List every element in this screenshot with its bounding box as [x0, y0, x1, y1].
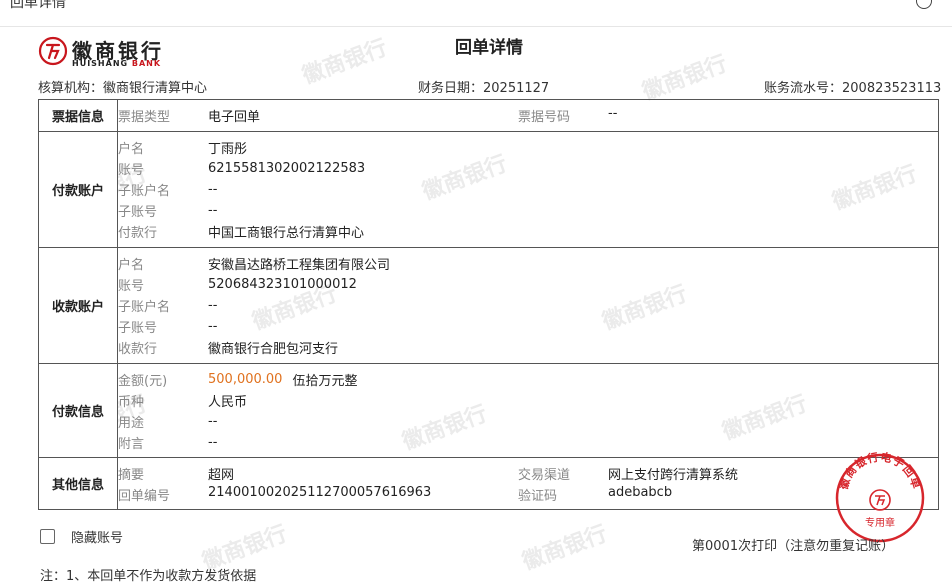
list-item: 账号 520684323101000012 [118, 277, 357, 294]
window-titlebar: 回单详情 [0, 0, 952, 27]
list-item: 户名 丁雨彤 [118, 137, 938, 158]
summary-value: 超网 [208, 467, 235, 483]
bill-no-label: 票据号码 [518, 110, 571, 125]
hide-account-checkbox[interactable]: 隐藏账号 [40, 527, 123, 546]
watermark: 徽商银行 [518, 520, 611, 576]
payer-name: 丁雨彤 [208, 142, 248, 157]
official-stamp: 徽商银行电子回单 专用章 [835, 452, 925, 543]
payee-name: 安徽昌达路桥工程集团有限公司 [208, 258, 391, 273]
serial-number: 账务流水号：200823523113 [764, 81, 942, 96]
receipt-number: 21400100202511270005761696​3 [208, 484, 432, 500]
list-item: 付款行 中国工商银行总行清算中心 [118, 221, 938, 242]
payment-section: 付款信息 金额(元) 500,000.00 伍拾万元整 币种 人民币 用途 -- 附言 -… [38, 363, 939, 458]
receipt-table: 票据信息 票据类型 电子回单 票据号码 -- 付款账户 户名 丁雨彤 账号 6215… [38, 99, 939, 510]
payer-account: 6215581302002122583 [208, 161, 366, 176]
finance-date: 财务日期：20251127 [418, 81, 550, 96]
bill-no-value: -- [608, 106, 618, 121]
bill-type-label: 票据类型 [118, 110, 171, 125]
list-item: 子账号 -- [118, 203, 218, 220]
section-title-payment: 付款信息 [38, 363, 118, 458]
list-item: 收款行 徽商银行合肥包河支行 [118, 337, 938, 358]
bill-type-value: 电子回单 [208, 110, 261, 125]
other-section: 其他信息 摘要 超网 交易渠道 网上支付跨行清算系统 回单编号 21400100202… [38, 457, 939, 510]
checkbox-icon[interactable] [40, 529, 55, 544]
window-title: 回单详情 [10, 0, 66, 11]
list-item: 户名 安徽昌达路桥工程集团有限公司 [118, 253, 938, 274]
bank-name-en: HUISHANG BANK [72, 59, 162, 68]
channel-value: 网上支付跨行清算系统 [608, 467, 739, 483]
section-title-payer: 付款账户 [38, 131, 118, 248]
bill-section: 票据信息 票据类型 电子回单 票据号码 -- [38, 99, 939, 132]
amount-caps: 伍拾万元整 [292, 373, 358, 389]
list-item: 子账号 -- [118, 319, 218, 336]
section-title-bill: 票据信息 [38, 99, 118, 132]
currency-value: 人民币 [208, 394, 248, 410]
amount-value: 500,000.00 [208, 371, 283, 387]
hide-account-label: 隐藏账号 [71, 531, 124, 546]
payee-section: 收款账户 户名 安徽昌达路桥工程集团有限公司 账号 5206843231010000… [38, 247, 939, 364]
list-item: 账号 6215581302002122583 [118, 161, 366, 178]
section-title-other: 其他信息 [38, 457, 118, 510]
section-title-payee: 收款账户 [38, 247, 118, 364]
payer-section: 付款账户 户名 丁雨彤 账号 6215581302002122583 子账户名 -- … [38, 131, 939, 248]
verify-code: adebabcb [608, 484, 673, 500]
footnote: 注：1、本回单不作为收款方发货依据 [40, 569, 257, 584]
svg-text:徽商银行电子回单: 徽商银行电子回单 [836, 452, 924, 492]
list-item: 子账户名 -- [118, 298, 218, 315]
payee-account: 520684323101000012 [208, 277, 357, 292]
stamp-sub: 专用章 [865, 516, 895, 529]
print-count-note: 第0001次打印（注意勿重复记账） [692, 539, 895, 554]
list-item: 子账户名 -- [118, 182, 218, 199]
payer-bank: 中国工商银行总行清算中心 [208, 226, 365, 241]
payee-bank: 徽商银行合肥包河支行 [208, 342, 339, 357]
close-icon[interactable] [916, 0, 932, 9]
agency-info: 核算机构：徽商银行清算中心 [38, 81, 208, 96]
page-title: 回单详情 [455, 38, 523, 58]
